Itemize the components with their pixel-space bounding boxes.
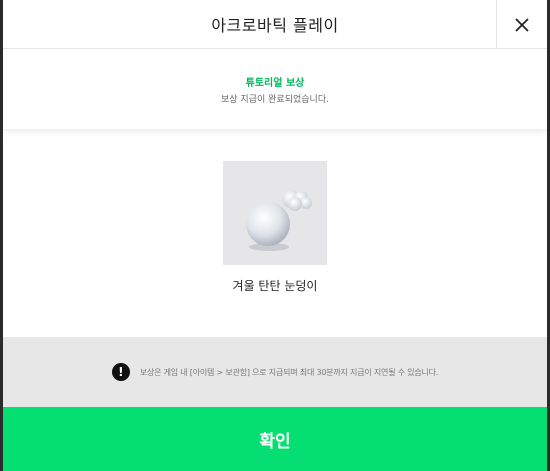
- exclamation-icon: !: [111, 363, 130, 381]
- dialog-header: 아크로바틱 플레이: [3, 0, 547, 49]
- close-icon: [515, 17, 529, 32]
- dialog-title: 아크로바틱 플레이: [211, 16, 339, 35]
- reward-item-image: [223, 161, 327, 265]
- snowball-icon: [246, 190, 312, 251]
- notice-bar: ! 보상은 게임 내 [아이템 > 보관함] 으로 지급되며 최대 30분까지 …: [3, 337, 547, 407]
- reward-area: 겨울 탄탄 눈덩이: [3, 129, 547, 337]
- close-button[interactable]: [496, 0, 547, 49]
- info-box: 튜토리얼 보상 보상 지급이 완료되었습니다.: [3, 49, 547, 129]
- reward-item-name: 겨울 탄탄 눈덩이: [232, 279, 318, 293]
- reward-description: 보상 지급이 완료되었습니다.: [221, 94, 329, 105]
- reward-dialog: 아크로바틱 플레이 튜토리얼 보상 보상 지급이 완료되었습니다. 겨울 탄탄 …: [3, 0, 547, 471]
- notice-text: 보상은 게임 내 [아이템 > 보관함] 으로 지급되며 최대 30분까지 지급…: [139, 367, 439, 377]
- confirm-button[interactable]: 확인: [3, 407, 547, 471]
- reward-subtitle: 튜토리얼 보상: [245, 77, 305, 89]
